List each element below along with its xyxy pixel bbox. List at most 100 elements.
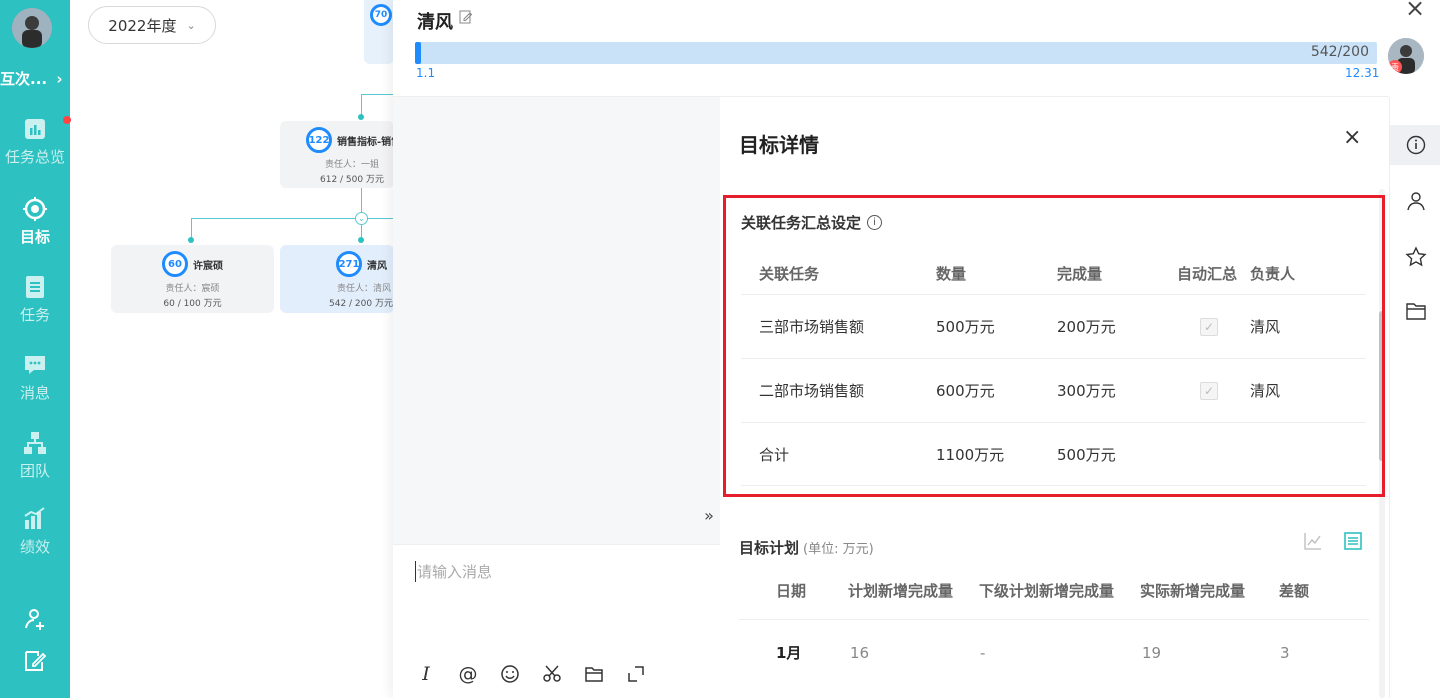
goal-node-xuchenshuo[interactable]: 60 许宸硕 责任人：宸硕 60 / 100 万元 — [111, 245, 274, 313]
team-icon — [22, 430, 48, 456]
progress-ring: 271 — [336, 251, 362, 277]
plan-title: 目标计划 (单位: 万元) — [739, 537, 874, 558]
linked-task-name: 三部市场销售额 — [759, 318, 865, 336]
message-placeholder: 请输入消息 — [415, 561, 493, 582]
table-row: 三部市场销售额 500万元 200万元 ✓ 清风 — [741, 294, 1366, 358]
diff-value: 3 — [1280, 643, 1290, 662]
quantity-value: 1100万元 — [936, 445, 1005, 464]
progress-end-date: 12.31 — [1345, 66, 1380, 80]
column-header: 下级计划新增完成量 — [979, 581, 1115, 600]
node-name: 许宸硕 — [193, 260, 223, 272]
emoji-icon[interactable] — [499, 663, 521, 685]
quantity-value: 500万元 — [936, 318, 995, 336]
add-member-button[interactable] — [0, 606, 70, 636]
table-view-icon[interactable] — [1343, 531, 1363, 551]
year-select[interactable]: 2022年度 ⌄ — [88, 6, 216, 44]
rail-files[interactable] — [1390, 291, 1440, 331]
plan-table-header: 日期 计划新增完成量 下级计划新增完成量 实际新增完成量 差额 — [739, 567, 1369, 613]
edit-note-button[interactable] — [0, 648, 70, 678]
nav-item-performance[interactable]: 绩效 — [0, 506, 70, 557]
left-nav: 互次... › 任务总览 目标 任务 消息 团队 绩效 — [0, 0, 71, 698]
right-rail — [1389, 97, 1440, 698]
nav-item-goal[interactable]: 目标 — [0, 196, 70, 247]
top-goal-node[interactable]: 70 — [364, 0, 394, 64]
node-name: 销售指标-销售 — [337, 136, 394, 148]
actual-value: 19 — [1142, 643, 1162, 662]
connector-dot — [358, 114, 364, 120]
check-icon: ✓ — [1200, 381, 1218, 400]
node-name: 清风 — [367, 260, 387, 272]
done-value: 500万元 — [1057, 445, 1116, 464]
scissors-icon[interactable] — [541, 663, 563, 685]
owner-avatar[interactable]: 责 — [1388, 38, 1424, 74]
message-icon — [22, 352, 48, 378]
plan-view-switch — [1303, 531, 1363, 551]
nav-item-message[interactable]: 消息 — [0, 352, 70, 403]
info-icon — [1406, 135, 1425, 155]
target-icon — [22, 196, 48, 222]
table-row-total: 合计 1100万元 500万元 — [741, 422, 1366, 486]
org-name: 互次... — [0, 70, 48, 88]
italic-icon[interactable]: I — [415, 663, 437, 685]
owner-name: 清风 — [1250, 382, 1281, 400]
user-avatar[interactable] — [12, 8, 52, 48]
progress-ring: 60 — [162, 251, 188, 277]
person-icon — [1406, 192, 1425, 211]
nav-item-label: 绩效 — [19, 538, 50, 556]
nav-item-label: 目标 — [19, 228, 50, 246]
column-header: 日期 — [776, 581, 807, 600]
check-icon: ✓ — [1200, 317, 1218, 336]
line-chart-icon[interactable] — [1303, 531, 1323, 551]
sub-plan-value: - — [980, 643, 986, 662]
rail-favorite[interactable] — [1390, 237, 1440, 277]
panel-title: 清风 — [417, 12, 453, 33]
at-icon[interactable]: @ — [457, 663, 479, 685]
close-panel-button[interactable]: × — [1405, 0, 1425, 22]
org-switcher[interactable]: 互次... › — [0, 68, 63, 89]
node-owner: 责任人：清风 — [336, 284, 391, 294]
section-title: 关联任务汇总设定 — [741, 214, 862, 232]
chevron-right-icon: › — [56, 70, 63, 88]
message-input[interactable]: 请输入消息 I @ — [393, 544, 720, 698]
nav-item-task[interactable]: 任务 — [0, 274, 70, 325]
nav-item-overview[interactable]: 任务总览 — [0, 116, 71, 167]
node-owner: 责任人：宸硕 — [165, 284, 220, 294]
year-value: 2022年度 — [108, 16, 177, 35]
info-icon[interactable]: i — [867, 215, 883, 230]
rail-members[interactable] — [1390, 181, 1440, 221]
goal-node-qingfeng[interactable]: 271 清风 责任人：清风 542 / 200 万元 — [280, 245, 394, 313]
nav-item-label: 团队 — [19, 462, 50, 480]
progress-start-date: 1.1 — [416, 66, 436, 80]
column-header: 实际新增完成量 — [1140, 581, 1246, 600]
edit-icon[interactable] — [459, 10, 473, 24]
task-list-icon — [22, 274, 48, 300]
close-drawer-button[interactable]: × — [1343, 125, 1361, 150]
goal-progress-fill — [415, 42, 421, 64]
connector-line — [361, 94, 394, 95]
folder-icon[interactable] — [583, 663, 605, 685]
owner-tag: 责 — [1388, 60, 1402, 74]
column-header: 数量 — [936, 264, 967, 283]
auto-summary-checkbox[interactable]: ✓ — [1200, 359, 1218, 422]
nav-item-label: 消息 — [19, 384, 50, 402]
auto-summary-checkbox[interactable]: ✓ — [1200, 295, 1218, 358]
chat-area: » 请输入消息 I @ — [393, 97, 720, 698]
rail-info[interactable] — [1390, 125, 1440, 165]
plan-unit: (单位: 万元) — [803, 542, 874, 557]
bar-chart-icon — [22, 116, 71, 142]
linked-task-title: 关联任务汇总设定 i — [741, 212, 883, 233]
nav-item-team[interactable]: 团队 — [0, 430, 70, 481]
edit-note-icon — [22, 648, 48, 674]
collapse-toggle-icon[interactable]: ⌄ — [355, 212, 368, 225]
column-header: 关联任务 — [759, 264, 820, 283]
add-person-icon — [22, 606, 48, 632]
linked-task-name: 二部市场销售额 — [759, 382, 865, 400]
expand-button[interactable]: » — [698, 505, 720, 527]
column-header: 差额 — [1279, 581, 1310, 600]
fullscreen-icon[interactable] — [625, 663, 647, 685]
goal-node-sales[interactable]: 122 销售指标-销售 责任人：一姐 612 / 500 万元 — [280, 121, 394, 188]
progress-value: 542/200 — [1310, 44, 1369, 60]
plan-value: 16 — [850, 643, 870, 662]
progress-ring: 122 — [306, 127, 332, 153]
owner-name: 清风 — [1250, 318, 1281, 336]
